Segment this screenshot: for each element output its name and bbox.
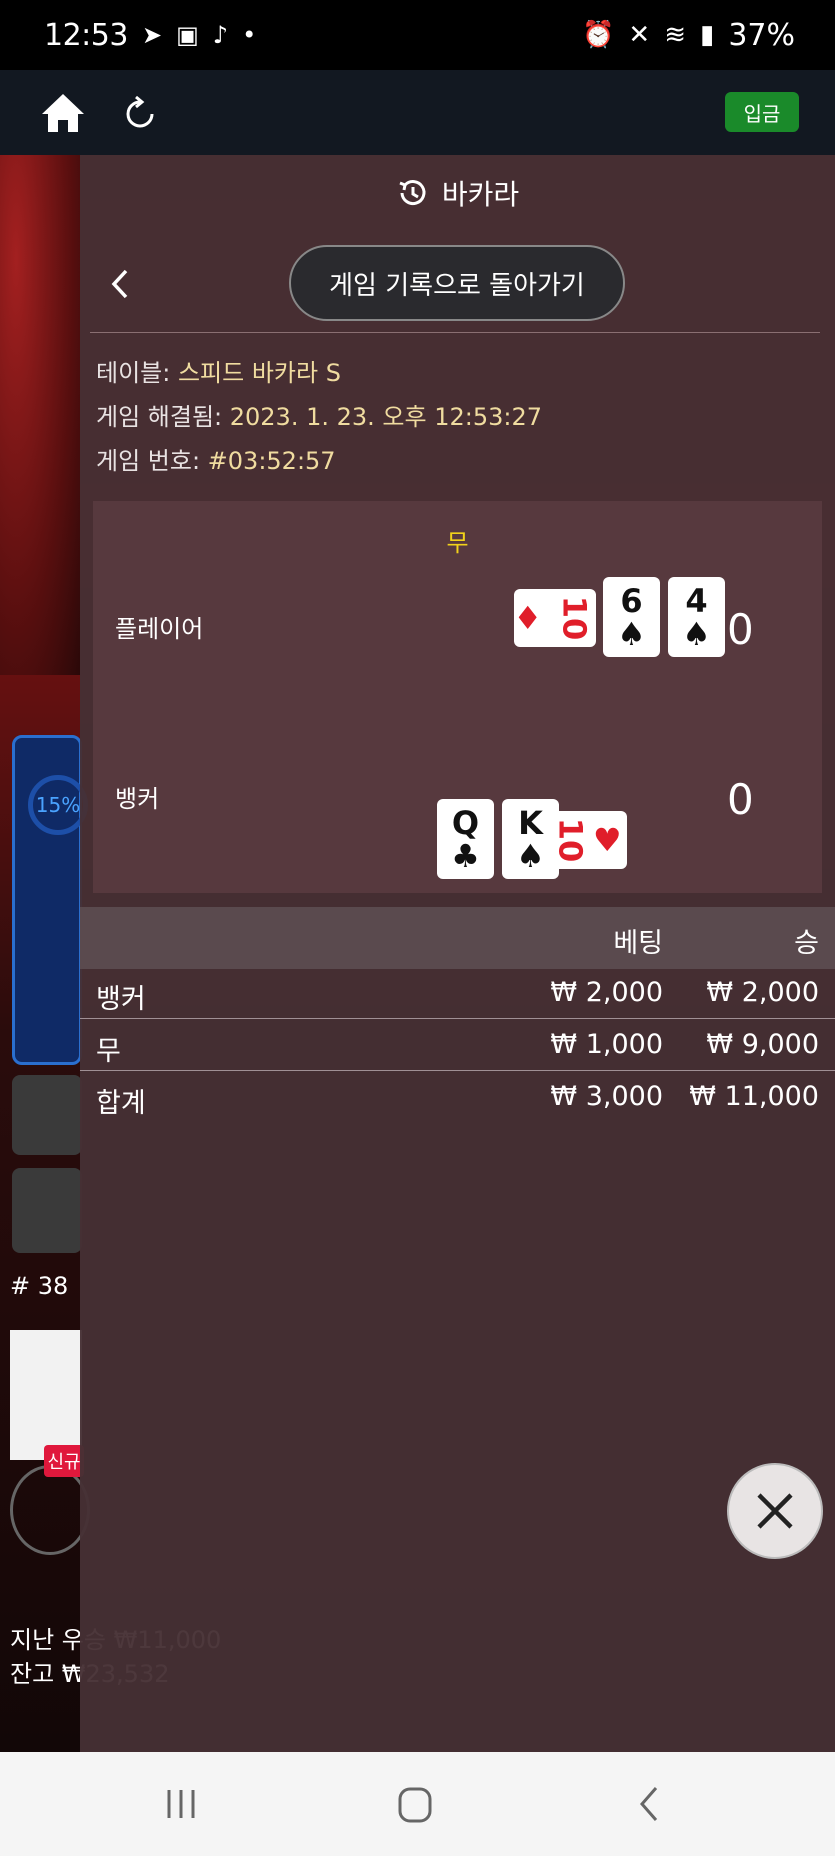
bead-road xyxy=(10,1330,82,1460)
player-card-3: 4 ♠ xyxy=(668,577,725,657)
back-icon[interactable] xyxy=(638,1784,660,1824)
banker-score: 0 xyxy=(727,775,754,824)
bet-column-header: 베팅 xyxy=(613,928,663,959)
result-panel: 무 플레이어 ♦ 10 6 ♠ 4 ♠ 0 뱅커 Q ♣ K ♠ 10 ♥ 0 xyxy=(93,501,822,893)
mute-icon: ✕ xyxy=(628,20,651,50)
telegram-icon: ➤ xyxy=(141,21,163,49)
modal-title-text: 바카라 xyxy=(441,178,520,211)
table-row: 무 ₩ 1,000 ₩ 9,000 xyxy=(80,1021,835,1071)
banker-card-1: Q ♣ xyxy=(437,799,494,879)
bet-percent-ring: 15% xyxy=(28,775,88,835)
back-to-history-button[interactable]: 게임 기록으로 돌아가기 xyxy=(289,245,625,321)
game-history-detail: 바카라 게임 기록으로 돌아가기 테이블: 스피드 바카라 S 게임 해결됨: … xyxy=(80,155,835,1752)
game-number-info: 게임 번호: #03:52:57 xyxy=(96,447,336,475)
system-nav-bar xyxy=(0,1752,835,1856)
player-score: 0 xyxy=(727,605,754,654)
resolved-info: 게임 해결됨: 2023. 1. 23. 오후 12:53:27 xyxy=(96,403,542,431)
player-bonus-button[interactable] xyxy=(12,1075,82,1155)
total-row: 합계 ₩ 3,000 ₩ 11,000 xyxy=(96,1081,819,1119)
result-label: 무 xyxy=(446,529,469,557)
player-card-2: 6 ♠ xyxy=(603,577,660,657)
win-column-header: 승 xyxy=(794,928,819,959)
refresh-icon[interactable] xyxy=(124,96,156,130)
bets-table-header: 베팅 승 xyxy=(80,907,835,969)
deposit-button[interactable]: 입금 xyxy=(725,92,799,132)
status-time: 12:53 xyxy=(44,17,128,53)
recents-icon[interactable] xyxy=(163,1786,199,1822)
app-header: 입금 xyxy=(0,70,835,155)
battery-level: 37% xyxy=(728,17,795,53)
modal-title: 바카라 xyxy=(80,155,835,231)
chevron-left-icon[interactable] xyxy=(108,267,132,301)
table-row: 뱅커 ₩ 2,000 ₩ 2,000 xyxy=(80,969,835,1019)
home-nav-icon[interactable] xyxy=(397,1786,433,1824)
gallery-icon: ▣ xyxy=(176,21,199,49)
new-badge: 신규 xyxy=(44,1445,84,1477)
notification-dot-icon: • xyxy=(242,21,257,49)
player-card-1: ♦ 10 xyxy=(513,589,596,647)
history-icon xyxy=(399,180,426,206)
alarm-icon: ⏰ xyxy=(582,20,615,50)
player-pair-button[interactable] xyxy=(12,1168,82,1253)
wifi-icon: ≋ xyxy=(664,20,686,50)
signal-icon: ▮ xyxy=(700,20,715,50)
divider xyxy=(90,332,820,333)
banker-card-3: 10 ♥ xyxy=(545,811,627,869)
tiktok-icon: ♪ xyxy=(212,21,229,49)
table-info: 테이블: 스피드 바카라 S xyxy=(96,359,341,387)
player-label: 플레이어 xyxy=(115,615,204,643)
home-icon[interactable] xyxy=(40,92,86,134)
status-bar: 12:53 ➤ ▣ ♪ • ⏰ ✕ ≋ ▮ 37% xyxy=(0,0,835,70)
round-number: # 38 xyxy=(10,1272,69,1300)
close-button[interactable] xyxy=(727,1463,823,1559)
close-icon xyxy=(757,1493,793,1529)
chip-selector[interactable] xyxy=(10,1465,90,1555)
dealer-video xyxy=(0,155,80,675)
banker-label: 뱅커 xyxy=(115,785,160,813)
